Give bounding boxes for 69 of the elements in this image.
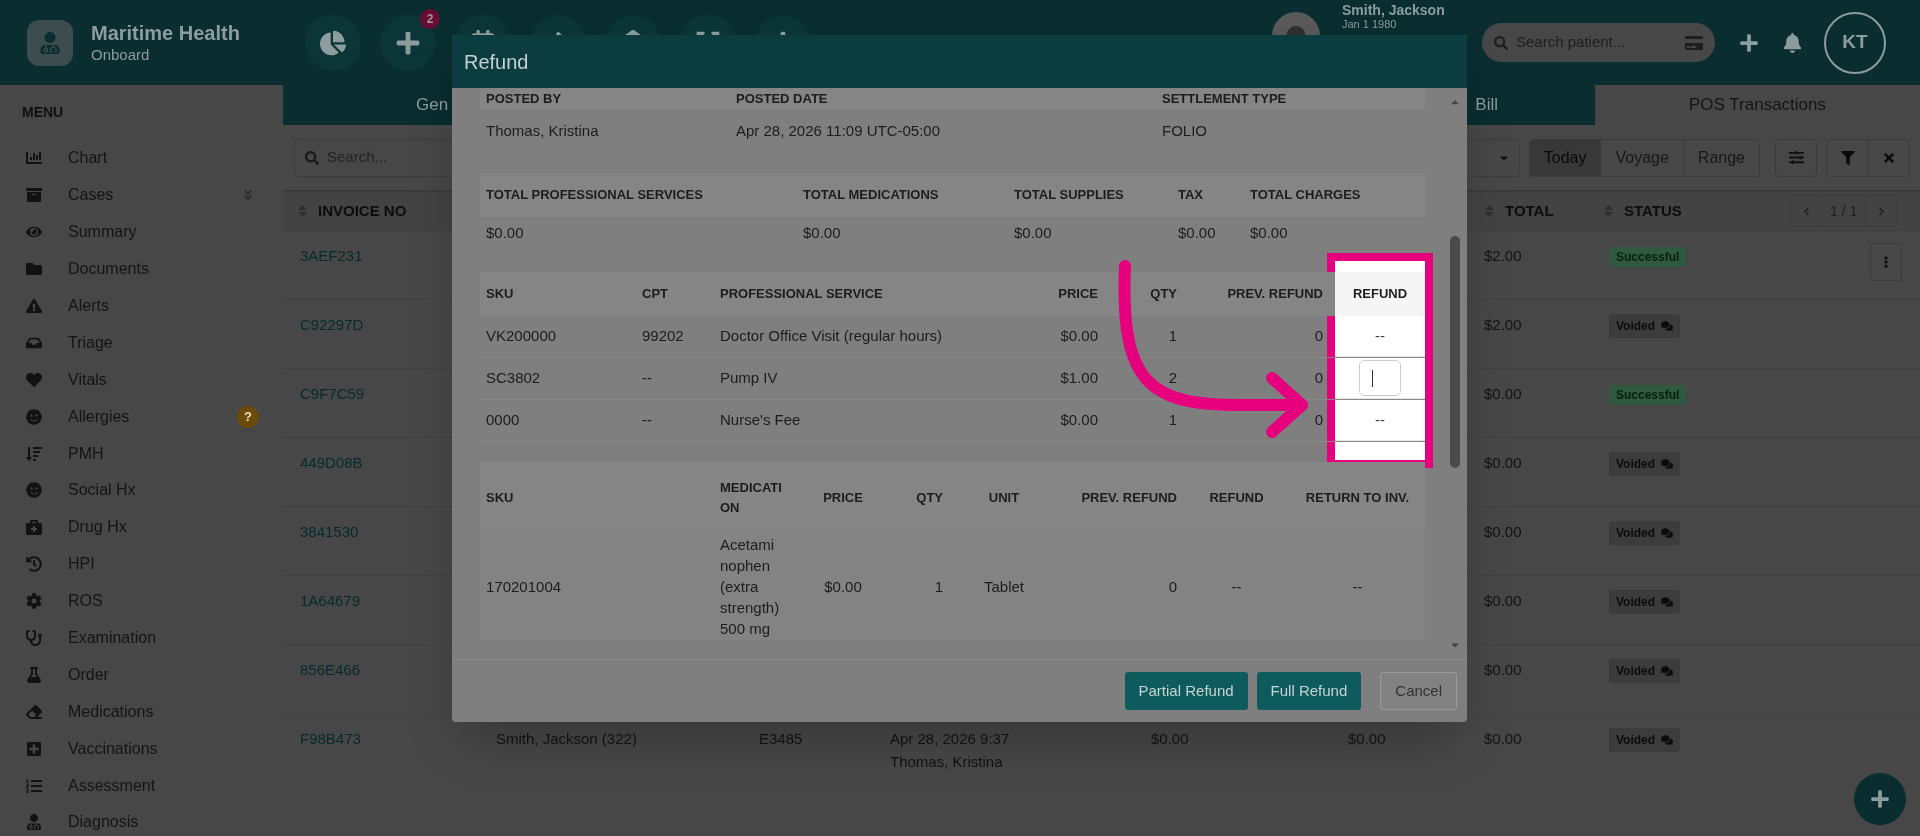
table-cell-text: -- <box>1375 409 1385 430</box>
table-cell: $0.00 <box>803 224 841 242</box>
column-header: POSTED BY <box>486 91 562 107</box>
table-cell-text: -- <box>642 410 652 431</box>
column-header: PRICE <box>823 488 863 507</box>
app-title: Maritime Health <box>91 20 240 45</box>
table-cell-text: 0 <box>1314 326 1323 347</box>
table-cell: $0.00 <box>1250 224 1288 242</box>
app-subtitle: Onboard <box>91 44 151 65</box>
table-cell-text: 0 <box>1314 410 1323 431</box>
help-badge: ? <box>237 405 259 428</box>
column-header: MEDICATION <box>720 478 783 517</box>
table-cell: $0.00 <box>486 224 524 242</box>
table-cell-text: -- <box>1231 577 1242 597</box>
table-cell: $0.00 <box>1178 224 1216 242</box>
table-cell-text: -- <box>1352 577 1363 597</box>
table-cell-text: Nurse's Fee <box>720 410 801 431</box>
column-header: TOTAL PROFESSIONAL SERVICES <box>486 187 703 203</box>
table-cell-text: 1 <box>1168 410 1177 431</box>
table-cell-text: $0.00 <box>824 577 862 597</box>
column-header: SETTLEMENT TYPE <box>1162 91 1287 107</box>
column-header: RETURN TO INV. <box>1305 488 1410 507</box>
table-cell-text: 0 <box>1314 368 1323 389</box>
column-header: REFUND <box>1209 488 1264 507</box>
column-header: PROFESSIONAL SERVICE <box>720 285 883 304</box>
table-cell-text: 0 <box>1168 577 1177 597</box>
column-header: QTY <box>1150 285 1177 304</box>
patient-dob: Jan 1 1980 <box>1342 18 1398 31</box>
table-cell-text: $0.00 <box>1060 410 1098 431</box>
table-cell-text: Pump IV <box>720 368 778 389</box>
menu-heading: MENU <box>22 103 64 122</box>
notification-badge: 2 <box>420 8 440 29</box>
column-header: QTY <box>916 488 943 507</box>
table-cell: FOLIO <box>1162 121 1207 139</box>
column-header: POSTED DATE <box>736 91 828 107</box>
patient-name: Smith, Jackson <box>1342 3 1446 18</box>
table-cell-text: 1 <box>1168 326 1177 347</box>
column-header: TOTAL CHARGES <box>1250 187 1361 203</box>
table-cell-text: -- <box>1375 325 1385 346</box>
table-cell-text: -- <box>642 368 652 389</box>
table-cell-text: 170201004 <box>486 577 562 597</box>
column-header: SKU <box>486 285 514 304</box>
table-cell-text: Doctor Office Visit (regular hours) <box>720 326 943 347</box>
column-header: REFUND <box>1352 285 1408 304</box>
table-cell-text: Acetaminophen (extra strength) 500 mg <box>720 535 780 639</box>
table-cell: Thomas, Kristina <box>486 121 599 139</box>
column-header: SKU <box>486 488 514 507</box>
column-header: CPT <box>642 285 668 304</box>
table-cell-text: 0000 <box>486 410 520 431</box>
status-badge: Successful <box>1609 247 1687 267</box>
table-cell-text: 1 <box>934 577 943 597</box>
column-header: TOTAL SUPPLIES <box>1014 187 1124 203</box>
status-badge: Successful <box>1609 385 1687 405</box>
column-header: UNIT <box>988 488 1020 507</box>
column-header: PREV. REFUND <box>1081 488 1177 507</box>
column-header: PRICE <box>1058 285 1098 304</box>
dialog-title: Refund <box>464 49 529 75</box>
table-cell: $0.00 <box>1014 224 1052 242</box>
table-cell-text: $0.00 <box>1060 326 1098 347</box>
column-header: TOTAL MEDICATIONS <box>803 187 939 203</box>
table-cell: Apr 28, 2026 11:09 UTC-05:00 <box>736 121 941 139</box>
table-cell-text: $1.00 <box>1060 368 1098 389</box>
table-cell-text: Tablet <box>984 577 1024 597</box>
column-header: TAX <box>1178 187 1204 203</box>
table-cell-text: 99202 <box>642 326 684 347</box>
table-cell-text: 2 <box>1168 368 1177 389</box>
column-header: PREV. REFUND <box>1227 285 1323 304</box>
table-cell-text: VK200000 <box>486 326 557 347</box>
table-cell-text: SC3802 <box>486 368 541 389</box>
